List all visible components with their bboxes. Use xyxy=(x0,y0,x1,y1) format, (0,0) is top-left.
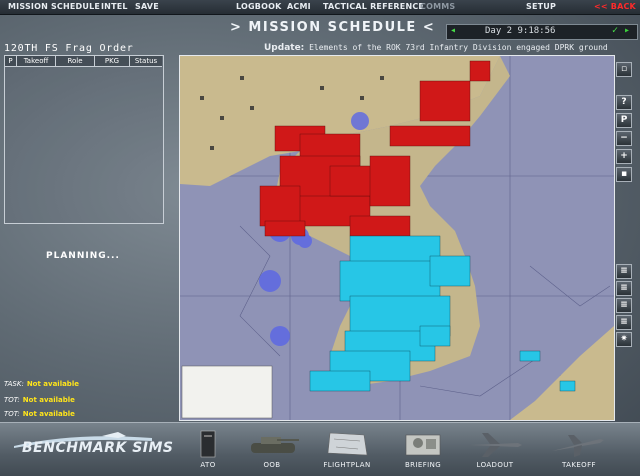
time-compression-control: ◂ Day 2 9:18:56 ✓ ▸ xyxy=(446,24,638,40)
menu-setup[interactable]: SETUP xyxy=(526,2,556,11)
menu-comms[interactable]: COMMS xyxy=(420,2,455,11)
tot-label: TOT: xyxy=(4,396,20,404)
help-button[interactable]: ? xyxy=(616,95,632,110)
update-text: Elements of the ROK 73rd Infantry Divisi… xyxy=(309,43,608,52)
time-faster-icon[interactable]: ✓ xyxy=(612,25,618,36)
tot-status-row: TOT: Not available xyxy=(4,396,75,404)
map-inset-legend xyxy=(181,365,273,419)
planning-status: PLANNING... xyxy=(46,251,120,261)
nav-flightplan[interactable]: FLIGHTPLAN xyxy=(312,429,382,473)
task-label: TASK: xyxy=(4,380,24,388)
nav-takeoff[interactable]: TAKEOFF xyxy=(544,429,614,473)
tank-icon xyxy=(251,437,299,453)
menu-mission-schedule[interactable]: MISSION SCHEDULE xyxy=(8,2,100,11)
tool-window-button[interactable]: ▫ xyxy=(616,62,632,77)
time-fast-forward-icon[interactable]: ▸ xyxy=(624,25,630,36)
nav-loadout[interactable]: LOADOUT xyxy=(460,429,530,473)
tot-status-row-2: TOT: Not available xyxy=(4,410,75,418)
column-takeoff[interactable]: Takeoff xyxy=(17,56,56,67)
zoom-out-button[interactable]: − xyxy=(616,131,632,146)
column-package[interactable]: PKG xyxy=(95,56,130,67)
menu-tactical-reference[interactable]: TACTICAL REFERENCE xyxy=(323,2,424,11)
frag-order-header: P Takeoff Role PKG Status xyxy=(5,56,163,67)
benchmark-sims-logo: BENCHMARK SIMS xyxy=(22,440,174,456)
layer-toggle-button[interactable]: ▪ xyxy=(616,167,632,182)
nav-loadout-label: LOADOUT xyxy=(476,461,514,469)
time-slower-icon[interactable]: ◂ xyxy=(450,25,456,36)
task-value: Not available xyxy=(26,380,79,388)
nav-takeoff-label: TAKEOFF xyxy=(562,461,596,469)
briefing-icon xyxy=(405,434,441,456)
filter-a-button[interactable]: ≡ xyxy=(616,264,632,279)
filter-b-button[interactable]: ≡ xyxy=(616,281,632,296)
nav-flightplan-label: FLIGHTPLAN xyxy=(323,461,371,469)
task-status-row: TASK: Not available xyxy=(4,380,79,388)
ground-units-button[interactable]: ✷ xyxy=(616,332,632,347)
tot-value: Not available xyxy=(22,396,75,404)
jet-icon xyxy=(470,433,522,457)
clock-display: Day 2 9:18:56 xyxy=(485,26,556,36)
update-ticker: Update: Elements of the ROK 73rd Infantr… xyxy=(264,43,608,53)
filter-d-button[interactable]: ≡ xyxy=(616,315,632,330)
pin-button[interactable]: P xyxy=(616,113,632,128)
nav-briefing[interactable]: BRIEFING xyxy=(388,429,458,473)
back-button[interactable]: << BACK xyxy=(594,2,636,11)
takeoff-jet-icon xyxy=(552,435,604,457)
nav-oob[interactable]: OOB xyxy=(237,429,307,473)
filter-c-button[interactable]: ≡ xyxy=(616,298,632,313)
map-icon xyxy=(327,432,368,456)
menu-acmi[interactable]: ACMI xyxy=(287,2,311,11)
page-title: > MISSION SCHEDULE < xyxy=(230,20,436,35)
menu-intel[interactable]: INTEL xyxy=(101,2,128,11)
campaign-map[interactable] xyxy=(179,55,615,421)
column-priority[interactable]: P xyxy=(5,56,17,67)
menu-save[interactable]: SAVE xyxy=(135,2,159,11)
nav-ato-label: ATO xyxy=(200,461,216,469)
menu-logbook[interactable]: LOGBOOK xyxy=(236,2,281,11)
column-role[interactable]: Role xyxy=(56,56,95,67)
folder-icon xyxy=(200,430,216,458)
update-label: Update: xyxy=(264,43,305,53)
nav-briefing-label: BRIEFING xyxy=(404,461,442,469)
tot-label-2: TOT: xyxy=(4,410,20,418)
nav-oob-label: OOB xyxy=(263,461,281,469)
column-status[interactable]: Status xyxy=(130,56,162,67)
top-menu-bar: MISSION SCHEDULE INTEL SAVE LOGBOOK ACMI… xyxy=(0,0,640,15)
tot-value-2: Not available xyxy=(22,410,75,418)
frag-order-title: 120TH FS Frag Order xyxy=(4,43,134,54)
frag-order-table: P Takeoff Role PKG Status xyxy=(4,55,164,224)
nav-ato[interactable]: ATO xyxy=(173,429,243,473)
zoom-in-button[interactable]: + xyxy=(616,149,632,164)
korea-map-svg xyxy=(180,56,614,420)
